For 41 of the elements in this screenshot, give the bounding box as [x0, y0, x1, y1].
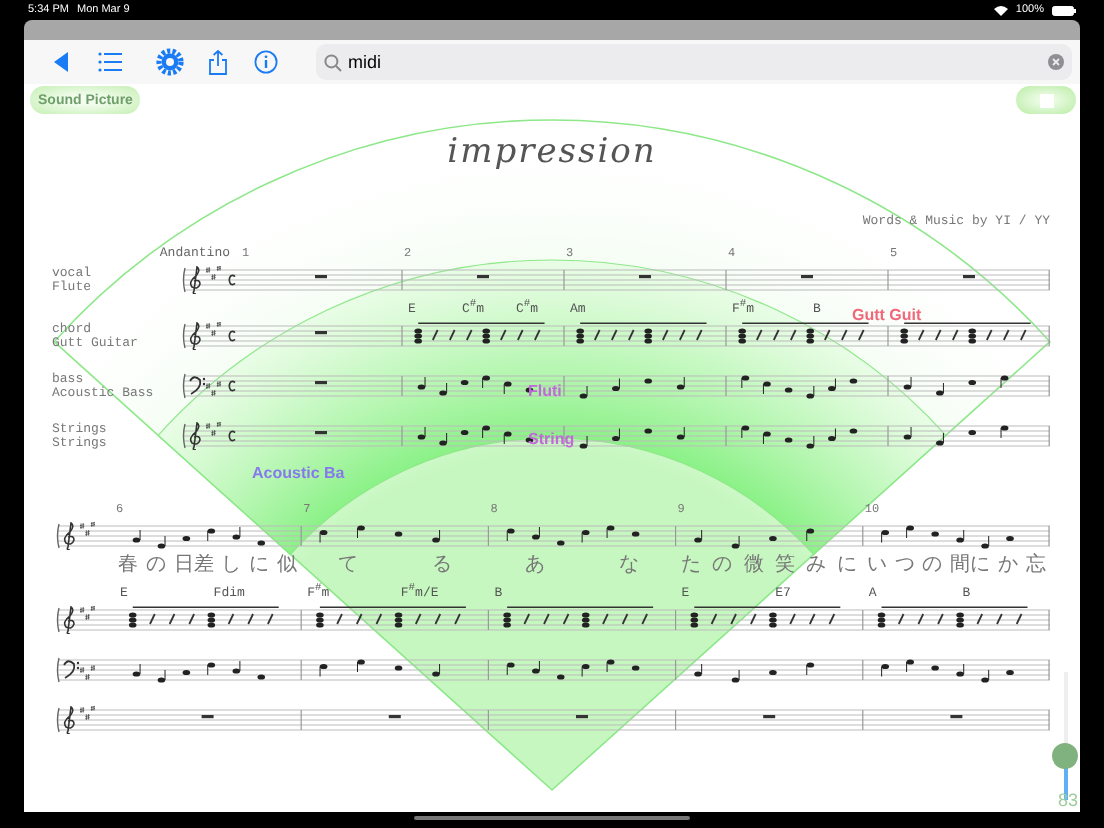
lyric-syllable: に [837, 554, 858, 578]
info-icon [254, 50, 278, 74]
back-icon [54, 52, 70, 72]
lyric-syllable: か [998, 554, 1019, 578]
stop-icon [1039, 93, 1053, 107]
track-label: String [528, 430, 575, 448]
lyric-syllable: 春 [117, 554, 138, 578]
lyric-syllable: み [805, 554, 826, 578]
lyric-syllable: し [221, 554, 242, 578]
score-title: impression [445, 132, 659, 172]
lyric-syllable: 似 [277, 554, 298, 578]
lyric-syllable: る [431, 554, 452, 578]
track-label: Fluti [528, 382, 562, 400]
battery-icon [1052, 5, 1076, 15]
slider-thumb[interactable] [1052, 743, 1078, 770]
lyric-syllable: な [618, 554, 639, 578]
slider-reading: 83 [1057, 790, 1078, 810]
settings-icon [156, 48, 184, 76]
settings-button[interactable] [152, 44, 188, 80]
lyric-syllable: 間に [950, 554, 991, 578]
search-field[interactable]: midi [316, 44, 1072, 80]
share-icon [208, 49, 228, 75]
wifi-icon [993, 5, 1008, 15]
track-label: Gutt Guit [852, 306, 922, 324]
list-icon [98, 52, 122, 72]
lyric-syllable: の [145, 554, 166, 578]
lyric-syllable: 忘 [1025, 554, 1046, 578]
lyric-syllable: あ [525, 554, 546, 578]
lyric-syllable: の [712, 554, 733, 578]
search-icon [324, 53, 342, 71]
track-label: Acoustic Ba [252, 464, 345, 482]
clear-icon[interactable] [1048, 54, 1064, 70]
lyric-syllable: い [866, 554, 887, 578]
lyric-syllable: 笑 [774, 554, 795, 578]
lyric-syllable: に [249, 554, 270, 578]
lyric-syllable: つ [894, 554, 915, 578]
lyric-syllable: 日差 [173, 554, 214, 578]
lyric-syllable: の [922, 554, 943, 578]
lyric-syllable: 微 [743, 554, 764, 578]
lyric-syllable: て [337, 554, 358, 578]
lyric-syllable: た [681, 554, 702, 578]
